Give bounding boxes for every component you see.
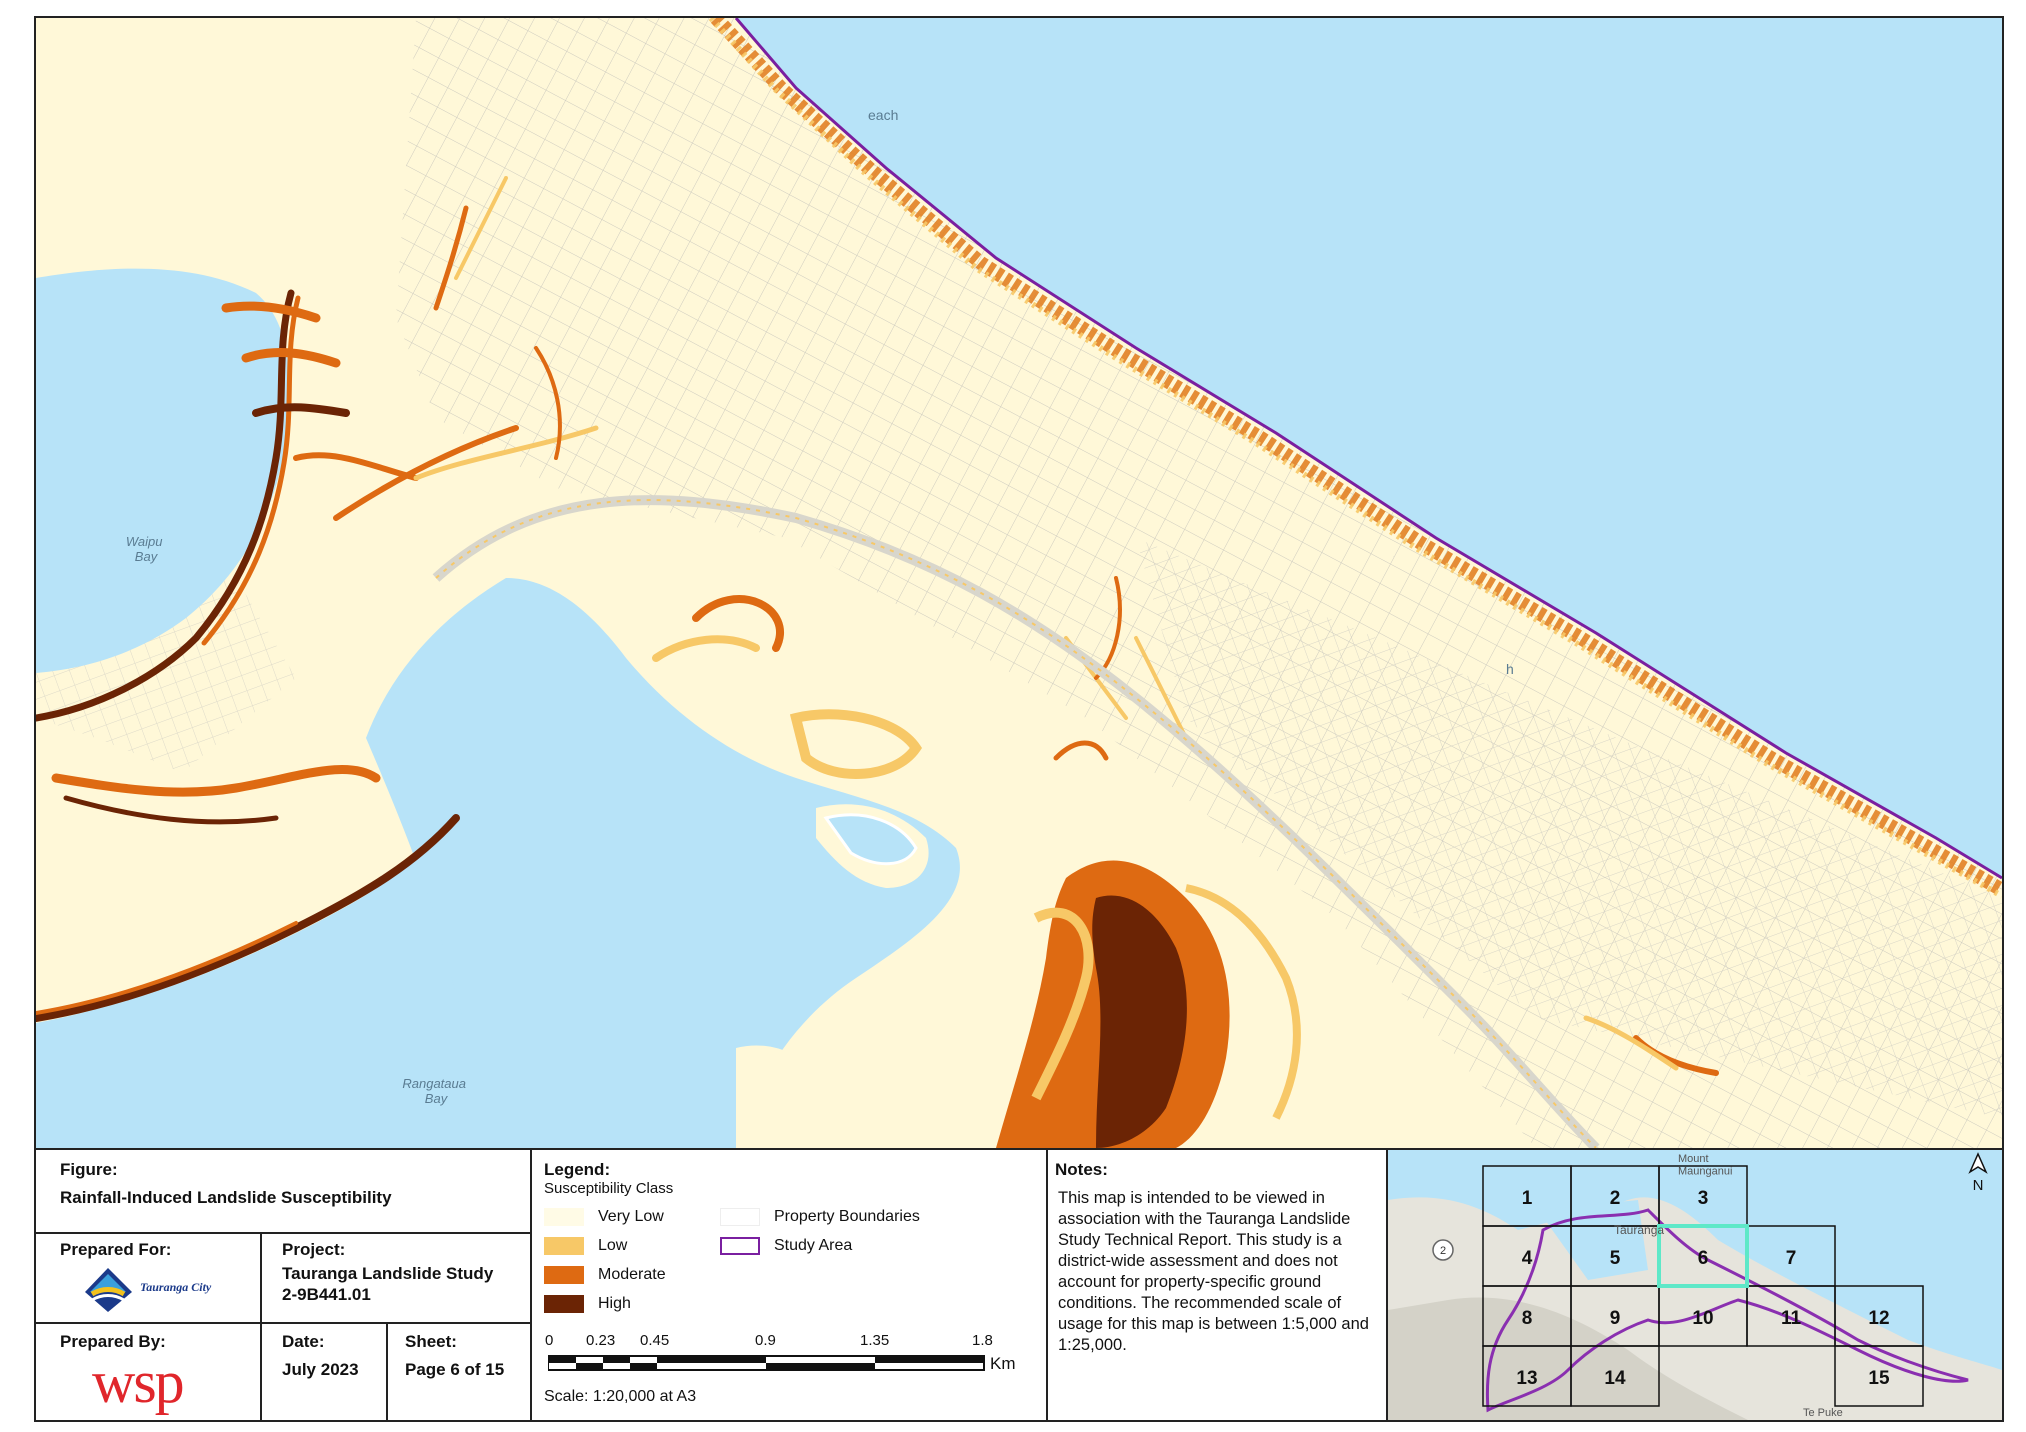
inset-sheet-5: 5 — [1610, 1248, 1621, 1269]
inset-sheet-7: 7 — [1786, 1248, 1797, 1269]
legend-moderate: Moderate — [544, 1266, 666, 1284]
divider-prepared — [260, 1232, 262, 1422]
scale-text: Scale: 1:20,000 at A3 — [544, 1388, 697, 1405]
scale-tick-4: 1.35 — [860, 1332, 890, 1349]
label-beach-1: each — [868, 107, 898, 123]
legend-high: High — [544, 1295, 631, 1313]
scale-tick-0: 0 — [545, 1332, 554, 1349]
scale-tick-5: 1.8 — [972, 1332, 993, 1349]
inset-sheet-9: 9 — [1610, 1308, 1621, 1329]
swatch-property-boundaries — [720, 1208, 760, 1226]
inset-sheet-1: 1 — [1522, 1188, 1533, 1209]
project-name: Tauranga Landslide Study — [282, 1264, 494, 1283]
scale-tick-1: 0.23 — [586, 1332, 616, 1349]
swatch-study-area — [720, 1237, 760, 1255]
scale-bar — [548, 1355, 985, 1371]
divider-date-sheet — [386, 1322, 388, 1422]
divider-figure — [34, 1232, 530, 1234]
swatch-moderate — [544, 1266, 584, 1284]
inset-sheet-14: 14 — [1604, 1368, 1626, 1389]
date-heading: Date: — [282, 1332, 325, 1351]
figure-heading: Figure: — [60, 1160, 118, 1179]
north-arrow-icon — [1968, 1152, 1988, 1174]
inset-map[interactable]: 1 2 3 4 5 6 7 8 9 10 11 12 13 14 15 Moun… — [1388, 1150, 2002, 1420]
inset-sheet-10: 10 — [1692, 1308, 1713, 1329]
legend-study-area-label: Study Area — [774, 1237, 853, 1254]
inset-sheet-13: 13 — [1516, 1368, 1537, 1389]
inset-road-shield-label: 2 — [1440, 1245, 1446, 1257]
legend-moderate-label: Moderate — [598, 1266, 666, 1283]
legend-very-low-label: Very Low — [598, 1208, 664, 1225]
tauranga-logo: Tauranga City — [80, 1262, 230, 1314]
swatch-low — [544, 1237, 584, 1255]
legend-very-low: Very Low — [544, 1208, 664, 1226]
inset-map-canvas: 1 2 3 4 5 6 7 8 9 10 11 12 13 14 15 Moun… — [1388, 1152, 2002, 1420]
divider-2 — [1046, 1148, 1048, 1422]
map-canvas: Waipu Bay Rangataua Bay each h — [36, 18, 2002, 1148]
inset-sheet-15: 15 — [1868, 1368, 1890, 1389]
sheet-value: Page 6 of 15 — [405, 1360, 505, 1379]
main-map[interactable]: Waipu Bay Rangataua Bay each h — [36, 18, 2002, 1148]
inset-sheet-6: 6 — [1698, 1248, 1709, 1269]
legend-property-boundaries: Property Boundaries — [720, 1208, 920, 1226]
north-label: N — [1973, 1177, 1984, 1194]
inset-sheet-3: 3 — [1698, 1188, 1709, 1209]
inset-label-tepuke: Te Puke — [1803, 1407, 1843, 1419]
inset-label-tauranga: Tauranga — [1614, 1223, 1664, 1237]
figure-title: Rainfall-Induced Landslide Susceptibilit… — [60, 1188, 392, 1207]
inset-label-mount: Mount Maunganui — [1678, 1153, 1732, 1178]
prepared-for-heading: Prepared For: — [60, 1240, 172, 1259]
date-value: July 2023 — [282, 1360, 359, 1379]
notes-heading: Notes: — [1055, 1160, 1108, 1179]
legend-study-area: Study Area — [720, 1237, 852, 1255]
inset-sheet-11: 11 — [1781, 1308, 1802, 1329]
inset-sheet-2: 2 — [1610, 1188, 1621, 1209]
inset-sheet-12: 12 — [1868, 1308, 1889, 1329]
legend-subheading: Susceptibility Class — [544, 1180, 674, 1197]
inset-sheet-4: 4 — [1522, 1248, 1533, 1269]
legend-low: Low — [544, 1237, 627, 1255]
legend-low-label: Low — [598, 1237, 628, 1254]
project-heading: Project: — [282, 1240, 346, 1259]
project-code: 2-9B441.01 — [282, 1285, 371, 1304]
scale-tick-3: 0.9 — [755, 1332, 776, 1349]
scale-unit: Km — [990, 1354, 1016, 1373]
divider-prepared-by — [34, 1322, 530, 1324]
notes-text: This map is intended to be viewed in ass… — [1058, 1189, 1369, 1354]
sheet-heading: Sheet: — [405, 1332, 457, 1351]
divider-1 — [530, 1148, 532, 1422]
legend-high-label: High — [598, 1295, 631, 1312]
scale-tick-2: 0.45 — [640, 1332, 670, 1349]
wsp-logo: wsp — [92, 1349, 185, 1415]
tauranga-logo-text: Tauranga City — [140, 1280, 212, 1294]
label-beach-2: h — [1506, 661, 1514, 677]
inset-sheet-8: 8 — [1522, 1308, 1533, 1329]
legend-heading: Legend: — [544, 1160, 611, 1179]
swatch-high — [544, 1295, 584, 1313]
legend-property-boundaries-label: Property Boundaries — [774, 1208, 920, 1225]
swatch-very-low — [544, 1208, 584, 1226]
